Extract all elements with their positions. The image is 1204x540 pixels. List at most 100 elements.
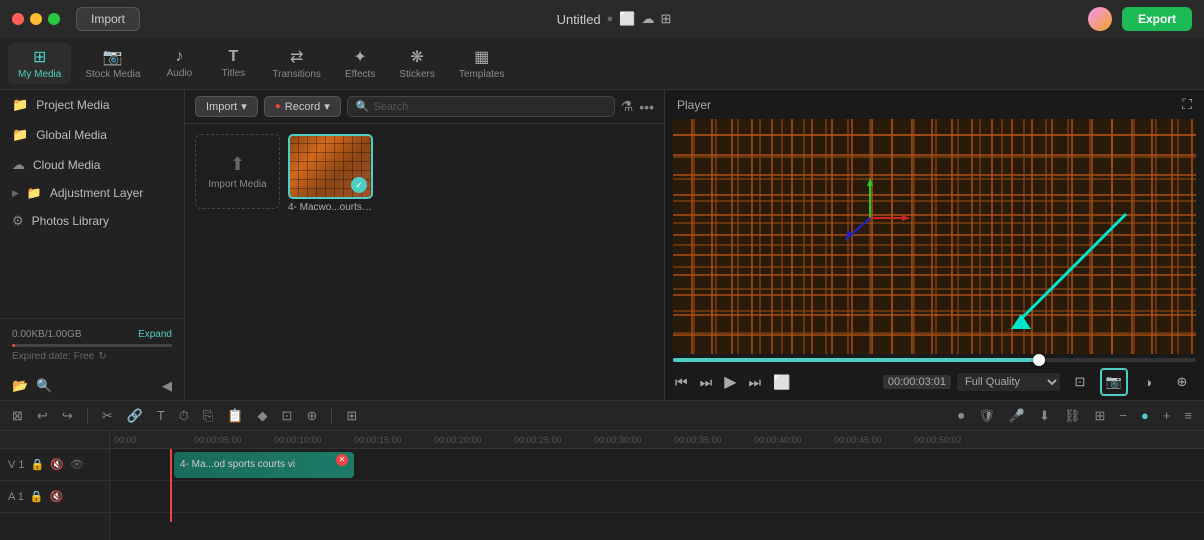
sidebar-item-project-media[interactable]: 📁 Project Media [0, 90, 184, 120]
window-icon[interactable]: ⬜ [619, 11, 635, 27]
effects-label: Effects [345, 69, 375, 80]
color-icon-button[interactable]: ◑ [1134, 368, 1162, 396]
ruler-mark-4: 00:00:20:00 [434, 435, 514, 445]
a1-lock-icon[interactable]: 🔒 [30, 490, 44, 503]
cloud-icon[interactable]: ☁ [642, 11, 655, 27]
ruler-mark-6: 00:00:30:00 [594, 435, 674, 445]
sidebar-item-cloud-media[interactable]: ☁ Cloud Media [0, 150, 184, 180]
import-button[interactable]: Import [76, 7, 140, 31]
sidebar-item-photos-library[interactable]: ⚙ Photos Library [0, 206, 184, 236]
layout-icon-button[interactable]: ⊡ [1066, 368, 1094, 396]
playhead[interactable] [170, 449, 172, 522]
cloud-folder-icon: ☁ [12, 157, 25, 173]
adjustment-layer-label: Adjustment Layer [50, 186, 143, 200]
track-a1-row [110, 481, 1204, 513]
list-view-icon[interactable]: ≡ [1180, 406, 1196, 425]
play-button[interactable]: ▶ [722, 370, 738, 394]
timeline-section: ⊠ ↩ ↪ ✂ 🔗 T ⏱ ⎘ 📋 ◆ ⊡ ⊕ ⊞ ⏺ 🛡 🎤 ⬇ ⛓ ⊞ − … [0, 400, 1204, 540]
crop-tool[interactable]: ⊡ [278, 406, 297, 426]
export-button[interactable]: Export [1122, 7, 1192, 31]
clip-close-button[interactable]: ✕ [336, 454, 348, 466]
link-tool[interactable]: 🔗 [123, 406, 147, 426]
step-forward-button[interactable]: ⏭ [747, 372, 764, 393]
toolbar-item-stickers[interactable]: ❋ Stickers [389, 43, 445, 84]
zoom-slider-icon[interactable]: ● [1137, 406, 1153, 425]
chain-icon[interactable]: ⛓ [1060, 406, 1085, 426]
fullscreen-icon[interactable]: ⛶ [1182, 96, 1192, 113]
v1-lock-icon[interactable]: 🔒 [31, 458, 45, 471]
player-controls-right: 00:00:03:01 Full QualityHalf QualityQuar… [883, 368, 1196, 396]
undo-tool[interactable]: ↩ [33, 406, 52, 426]
cut-tool[interactable]: ✂ [98, 406, 117, 426]
text-tool[interactable]: T [153, 406, 169, 425]
templates-label: Templates [459, 69, 505, 80]
sidebar-bottom-actions: 📂 🔍 ◀ [0, 372, 184, 400]
quality-select[interactable]: Full QualityHalf QualityQuarter Quality [957, 373, 1060, 391]
media-import-button[interactable]: Import ▾ [195, 96, 258, 117]
refresh-icon[interactable]: ↻ [98, 351, 106, 362]
v1-eye-icon[interactable]: 👁 [70, 458, 84, 471]
a1-mute-icon[interactable]: 🔇 [50, 490, 64, 503]
shield-icon[interactable]: 🛡 [974, 406, 999, 426]
media-thumbnail[interactable]: ✓ 4- Macwo...ourts video [288, 134, 373, 390]
import-tl-icon[interactable]: ⬇ [1035, 406, 1054, 426]
more-player-icon[interactable]: ⊕ [1168, 368, 1196, 396]
record-button[interactable]: ● Record ▾ [264, 96, 341, 117]
tl-divider-1 [87, 408, 88, 424]
layout-tl-icon[interactable]: ⊞ [1090, 406, 1109, 426]
filter-icon[interactable]: ⚗ [621, 98, 634, 115]
add-folder-icon[interactable]: 📂 [12, 378, 28, 394]
toolbar-item-stock-media[interactable]: 📷 Stock Media [75, 43, 150, 84]
split-tool[interactable]: ⊕ [302, 406, 321, 426]
cyan-arrow-overlay [996, 184, 1156, 344]
stop-button[interactable]: ⬜ [771, 372, 792, 393]
sidebar-item-adjustment-layer[interactable]: ▶ 📁 Adjustment Layer [0, 180, 184, 206]
video-clip[interactable]: 4- Ma...od sports courts vi ✕ [174, 452, 354, 478]
import-media-button[interactable]: ⬆ Import Media [195, 134, 280, 209]
record-tl-icon[interactable]: ⏺ [954, 406, 969, 426]
avatar[interactable] [1088, 7, 1112, 31]
sidebar-item-global-media[interactable]: 📁 Global Media [0, 120, 184, 150]
timeline-ruler: 00:00 00:00:05:00 00:00:10:00 00:00:15:0… [110, 431, 1204, 449]
step-back-button[interactable]: ⏭ [698, 372, 715, 393]
transitions-label: Transitions [272, 69, 321, 80]
media-panel: Import ▾ ● Record ▾ 🔍 Search ⚗ ••• ⬆ Imp… [185, 90, 665, 400]
more-options-icon[interactable]: ••• [639, 99, 654, 115]
grid-icon[interactable]: ⊞ [661, 11, 672, 27]
maximize-button[interactable] [48, 13, 60, 25]
keyframe-tool[interactable]: ◆ [254, 406, 272, 426]
toolbar-item-my-media[interactable]: ⊞ My Media [8, 43, 71, 84]
clock-tool[interactable]: ⏱ [175, 406, 193, 426]
progress-handle[interactable] [1033, 354, 1045, 366]
mic-icon[interactable]: 🎤 [1005, 406, 1029, 426]
v1-mute-icon[interactable]: 🔇 [50, 458, 64, 471]
redo-tool[interactable]: ↪ [58, 406, 77, 426]
timeline-body: V 1 🔒 🔇 👁 A 1 🔒 🔇 00:00 00:00:05:00 00:0… [0, 431, 1204, 540]
ruler-mark-3: 00:00:15:00 [354, 435, 434, 445]
audio-expand-tool[interactable]: ⊞ [342, 406, 361, 426]
screenshot-button[interactable]: 📷 [1100, 368, 1128, 396]
copy-tool[interactable]: ⎘ [199, 406, 217, 426]
templates-icon: ▦ [474, 47, 489, 67]
search-box[interactable]: 🔍 Search [347, 96, 615, 117]
expand-button[interactable]: Expand [138, 329, 172, 340]
transitions-icon: ⇄ [290, 47, 303, 67]
toolbar-item-audio[interactable]: ♪ Audio [154, 44, 204, 83]
minimize-button[interactable] [30, 13, 42, 25]
rewind-button[interactable]: ⏮ [673, 372, 690, 393]
player-title: Player [677, 98, 711, 112]
search-files-icon[interactable]: 🔍 [36, 378, 52, 394]
toolbar-item-titles[interactable]: T Titles [208, 44, 258, 83]
snap-tool[interactable]: ⊠ [8, 406, 27, 426]
collapse-icon[interactable]: ◀ [162, 378, 172, 394]
project-media-label: Project Media [36, 98, 109, 112]
titlebar-right: Export [1088, 7, 1192, 31]
toolbar-item-transitions[interactable]: ⇄ Transitions [262, 43, 331, 84]
paste-tool[interactable]: 📋 [223, 406, 247, 426]
minus-tl-icon[interactable]: − [1115, 406, 1131, 425]
toolbar-item-effects[interactable]: ✦ Effects [335, 43, 385, 84]
progress-bar[interactable] [673, 358, 1196, 362]
plus-tl-icon[interactable]: + [1159, 406, 1175, 425]
toolbar-item-templates[interactable]: ▦ Templates [449, 43, 515, 84]
close-button[interactable] [12, 13, 24, 25]
